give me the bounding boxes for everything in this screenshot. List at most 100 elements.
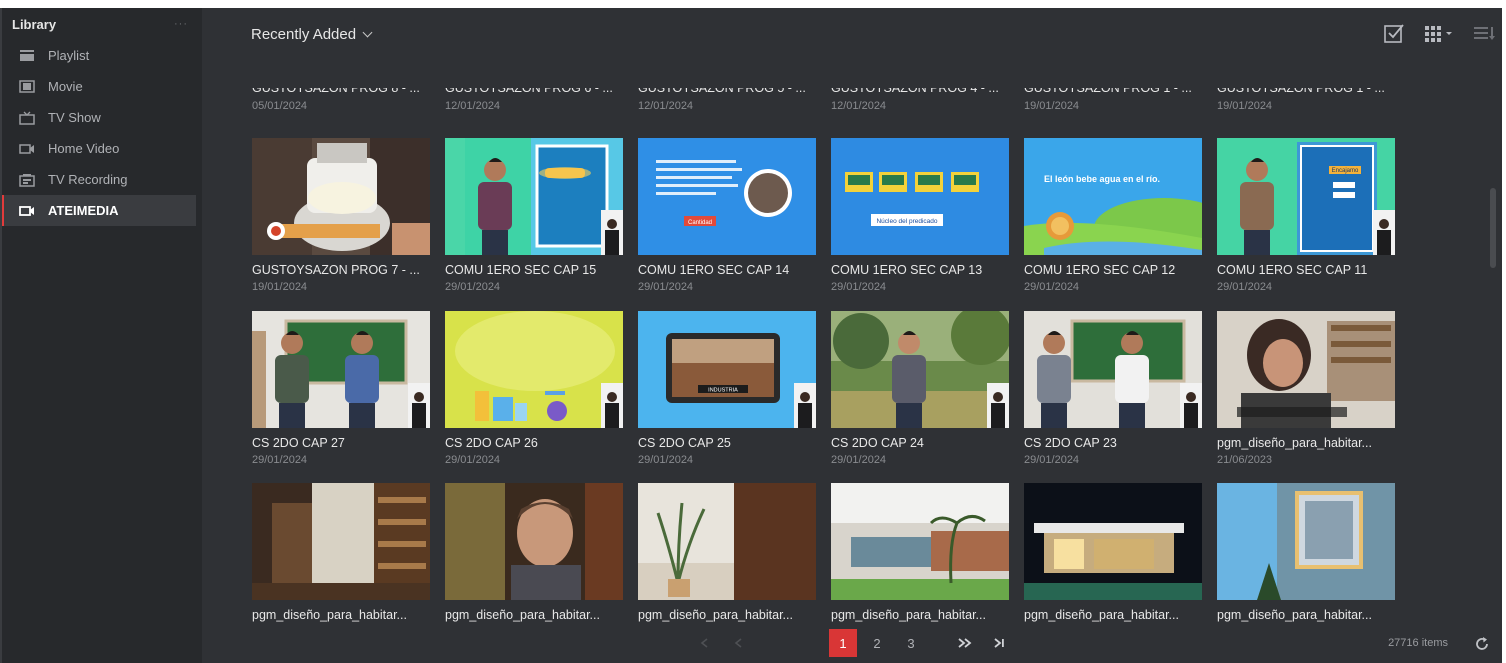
thumbnail[interactable]: Encajamo <box>1217 138 1395 255</box>
page-button-2[interactable]: 2 <box>863 629 891 657</box>
media-card[interactable]: GUSTOYSAZON PROG 5 - ... 12/01/2024 <box>638 88 816 112</box>
sidebar-item-tv-show[interactable]: TV Show <box>2 102 202 133</box>
thumbnail[interactable] <box>445 138 623 255</box>
media-card[interactable]: Encajamo COMU 1ERO SEC CAP 11 29/01/2024 <box>1217 138 1395 293</box>
sidebar-item-ateimedia[interactable]: ATEIMEDIA <box>2 195 196 226</box>
sidebar-item-playlist[interactable]: Playlist <box>2 40 202 71</box>
card-date: 29/01/2024 <box>1024 454 1080 466</box>
media-card[interactable]: CS 2DO CAP 26 29/01/2024 <box>445 311 623 466</box>
media-card[interactable]: GUSTOYSAZON PROG 1 - ... 19/01/2024 <box>1217 88 1395 112</box>
thumbnail[interactable]: El león bebe agua en el río. <box>1024 138 1202 255</box>
card-date: 29/01/2024 <box>445 454 501 466</box>
media-card[interactable]: pgm_diseño_para_habitar... <box>252 483 430 626</box>
media-card[interactable]: GUSTOYSAZON PROG 8 - ... 05/01/2024 <box>252 88 430 112</box>
card-date: 29/01/2024 <box>445 281 501 293</box>
media-card[interactable]: CS 2DO CAP 27 29/01/2024 <box>252 311 430 466</box>
media-card[interactable]: pgm_diseño_para_habitar... <box>638 483 816 626</box>
app-window: Library ··· Playlist Movie TV Show Home … <box>0 8 1502 663</box>
thumb-button-text: Cantidad <box>688 220 712 226</box>
card-date: 29/01/2024 <box>831 454 887 466</box>
sidebar-item-label: Home Video <box>48 141 120 156</box>
card-title[interactable]: pgm_diseño_para_habitar... <box>1217 436 1393 450</box>
thumbnail[interactable] <box>252 483 430 600</box>
thumbnail[interactable] <box>1024 311 1202 428</box>
card-title[interactable]: GUSTOYSAZON PROG 7 - ... <box>252 263 428 277</box>
thumbnail[interactable] <box>831 311 1009 428</box>
thumbnail[interactable]: Núcleo del predicado <box>831 138 1009 255</box>
checkbox-icon[interactable] <box>1382 22 1406 44</box>
prev-page-icon <box>725 629 753 657</box>
media-card[interactable]: pgm_diseño_para_habitar... <box>445 483 623 626</box>
thumbnail[interactable] <box>252 311 430 428</box>
media-card[interactable]: GUSTOYSAZON PROG 4 - ... 12/01/2024 <box>831 88 1009 112</box>
svg-text:Encajamo: Encajamo <box>1332 168 1359 174</box>
card-title[interactable]: CS 2DO CAP 27 <box>252 436 428 450</box>
page-button-1[interactable]: 1 <box>829 629 857 657</box>
card-date: 12/01/2024 <box>831 100 887 112</box>
thumbnail[interactable]: INDUSTRIA <box>638 311 816 428</box>
card-title[interactable]: pgm_diseño_para_habitar... <box>831 608 1007 622</box>
grid-view-icon[interactable] <box>1422 22 1456 44</box>
card-title[interactable]: CS 2DO CAP 25 <box>638 436 814 450</box>
card-title[interactable]: pgm_diseño_para_habitar... <box>1217 608 1393 622</box>
refresh-icon[interactable] <box>1474 636 1490 652</box>
card-date: 19/01/2024 <box>1024 100 1080 112</box>
card-title[interactable]: pgm_diseño_para_habitar... <box>445 608 621 622</box>
media-card[interactable]: pgm_diseño_para_habitar... <box>831 483 1009 626</box>
sort-dropdown[interactable]: Recently Added <box>251 26 373 43</box>
card-title[interactable]: COMU 1ERO SEC CAP 14 <box>638 263 814 277</box>
sidebar-item-home-video[interactable]: Home Video <box>2 133 202 164</box>
card-title[interactable]: pgm_diseño_para_habitar... <box>638 608 814 622</box>
thumbnail[interactable] <box>445 311 623 428</box>
card-title[interactable]: pgm_diseño_para_habitar... <box>252 608 428 622</box>
media-card[interactable]: Núcleo del predicado COMU 1ERO SEC CAP 13… <box>831 138 1009 293</box>
card-date: 19/01/2024 <box>1217 100 1273 112</box>
thumbnail[interactable] <box>252 138 430 255</box>
card-title[interactable]: COMU 1ERO SEC CAP 13 <box>831 263 1007 277</box>
sidebar-item-tv-recording[interactable]: TV Recording <box>2 164 202 195</box>
media-card[interactable]: GUSTOYSAZON PROG 6 - ... 12/01/2024 <box>445 88 623 112</box>
sidebar-item-movie[interactable]: Movie <box>2 71 202 102</box>
card-date: 29/01/2024 <box>638 454 694 466</box>
media-card[interactable]: pgm_diseño_para_habitar... <box>1217 483 1395 626</box>
skip-last-icon[interactable] <box>985 629 1013 657</box>
media-card[interactable]: GUSTOYSAZON PROG 7 - ... 19/01/2024 <box>252 138 430 293</box>
pagination: 1 2 3 <box>202 623 1502 663</box>
media-card[interactable]: pgm_diseño_para_habitar... <box>1024 483 1202 626</box>
media-card[interactable]: CS 2DO CAP 24 29/01/2024 <box>831 311 1009 466</box>
card-title: GUSTOYSAZON PROG 4 - ... <box>831 88 999 95</box>
page-button-3[interactable]: 3 <box>897 629 925 657</box>
svg-text:INDUSTRIA: INDUSTRIA <box>708 388 738 394</box>
media-card[interactable]: El león bebe agua en el río. COMU 1ERO SE… <box>1024 138 1202 293</box>
thumbnail[interactable]: Cantidad <box>638 138 816 255</box>
card-title[interactable]: COMU 1ERO SEC CAP 15 <box>445 263 621 277</box>
card-title[interactable]: COMU 1ERO SEC CAP 11 <box>1217 263 1393 277</box>
media-card[interactable]: GUSTOYSAZON PROG 1 - ... 19/01/2024 <box>1024 88 1202 112</box>
sidebar-title: Library <box>12 16 57 32</box>
list-sort-icon[interactable] <box>1472 22 1496 44</box>
thumbnail[interactable] <box>1217 483 1395 600</box>
card-title[interactable]: CS 2DO CAP 24 <box>831 436 1007 450</box>
sidebar-header: Library ··· <box>2 8 202 40</box>
card-title[interactable]: CS 2DO CAP 23 <box>1024 436 1200 450</box>
media-card[interactable]: Cantidad COMU 1ERO SEC CAP 14 29/01/2024 <box>638 138 816 293</box>
card-date: 29/01/2024 <box>831 281 887 293</box>
card-title: GUSTOYSAZON PROG 1 - ... <box>1217 88 1385 95</box>
sidebar: Library ··· Playlist Movie TV Show Home … <box>2 8 202 663</box>
card-title[interactable]: pgm_diseño_para_habitar... <box>1024 608 1200 622</box>
thumbnail[interactable] <box>1217 311 1395 428</box>
thumbnail[interactable] <box>638 483 816 600</box>
svg-text:El león bebe agua en el río.: El león bebe agua en el río. <box>1044 174 1160 184</box>
card-title[interactable]: COMU 1ERO SEC CAP 12 <box>1024 263 1200 277</box>
scrollbar[interactable] <box>1490 188 1496 268</box>
media-card[interactable]: INDUSTRIA CS 2DO CAP 25 29/01/2024 <box>638 311 816 466</box>
media-card[interactable]: CS 2DO CAP 23 29/01/2024 <box>1024 311 1202 466</box>
media-card[interactable]: pgm_diseño_para_habitar... 21/06/2023 <box>1217 311 1395 466</box>
thumbnail[interactable] <box>1024 483 1202 600</box>
media-card[interactable]: COMU 1ERO SEC CAP 15 29/01/2024 <box>445 138 623 293</box>
more-options-icon[interactable]: ··· <box>174 18 188 30</box>
card-title[interactable]: CS 2DO CAP 26 <box>445 436 621 450</box>
thumbnail[interactable] <box>831 483 1009 600</box>
double-chevron-right-icon[interactable] <box>951 629 979 657</box>
thumbnail[interactable] <box>445 483 623 600</box>
